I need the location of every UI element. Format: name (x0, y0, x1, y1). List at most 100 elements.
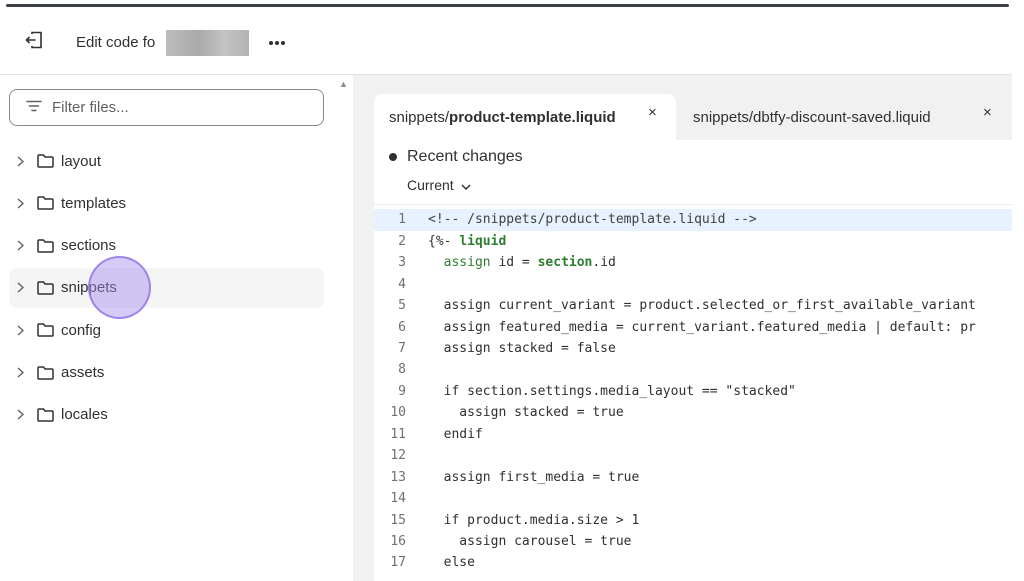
filter-placeholder: Filter files... (52, 99, 129, 116)
code-line[interactable]: 10 assign stacked = true (374, 402, 1012, 424)
line-number: 6 (398, 319, 406, 335)
code-line[interactable]: 3 assign id = section.id (374, 252, 1012, 274)
chevron-right-icon (17, 409, 29, 420)
page-title: Edit code fo (76, 34, 156, 51)
line-text: assign stacked = true (428, 405, 624, 421)
panel-divider (374, 204, 1012, 205)
line-number: 16 (390, 534, 406, 549)
line-text: if section.settings.media_layout == "sta… (428, 383, 796, 399)
scroll-up-arrow-icon[interactable]: ▲ (339, 79, 348, 89)
code-line[interactable]: 14 (374, 488, 1012, 510)
tab-filename: product-template.liquid (449, 108, 616, 126)
code-line[interactable]: 8 (374, 359, 1012, 381)
sidebar-item-label: sections (61, 237, 117, 255)
line-text: assign id = section.id (443, 255, 616, 271)
line-number: 9 (398, 383, 406, 399)
chevron-right-icon (17, 282, 29, 293)
code-editor[interactable]: 1 <!-- /snippets/product-template.liquid … (374, 209, 1012, 581)
line-number: 5 (398, 298, 406, 314)
line-number: 10 (390, 405, 406, 421)
code-line[interactable]: 7 assign stacked = false (374, 338, 1012, 360)
sidebar-item-sections[interactable]: sections (9, 226, 324, 266)
folder-icon (37, 238, 54, 253)
version-dropdown[interactable]: Current (407, 177, 471, 193)
sidebar-item-label: assets (61, 364, 105, 381)
tab-prefix: snippets/ (693, 108, 754, 126)
code-line[interactable]: 5 assign current_variant = product.selec… (374, 295, 1012, 317)
sidebar-item-label: config (61, 321, 102, 339)
code-line[interactable]: 13 assign first_media = true (374, 466, 1012, 488)
more-actions-button[interactable] (264, 31, 290, 53)
line-number: 15 (390, 512, 406, 528)
line-text: else (428, 555, 475, 571)
sidebar-item-config[interactable]: config (9, 310, 324, 350)
line-text: assign first_media = true (428, 469, 640, 485)
sidebar-item-label: layout (61, 152, 102, 170)
line-number: 4 (398, 276, 406, 292)
folder-icon (37, 154, 54, 168)
code-line[interactable]: 17 else (374, 552, 1012, 574)
more-horizontal-icon (268, 33, 286, 51)
chevron-right-icon (17, 240, 29, 251)
line-number: 12 (390, 448, 406, 464)
version-label: Current (407, 177, 454, 193)
filter-files-input[interactable]: Filter files... (9, 89, 324, 126)
code-line[interactable]: 11 endif (374, 424, 1012, 446)
line-text: if product.media.size > 1 (428, 512, 640, 528)
line-text: assign featured_media = current_variant.… (428, 319, 976, 335)
filter-icon (26, 99, 42, 117)
sidebar-item-layout[interactable]: layout (9, 141, 324, 181)
line-number: 7 (398, 340, 406, 356)
tab-dbtfy-discount-saved[interactable]: snippets/dbtfy-discount-saved.liquid × (676, 94, 1012, 140)
sidebar-item-assets[interactable]: assets (9, 353, 324, 393)
line-number: 11 (390, 426, 406, 442)
folder-icon (37, 408, 54, 422)
line-text: assign current_variant = product.selecte… (428, 298, 976, 314)
line-number: 17 (390, 555, 406, 571)
close-tab-button[interactable]: × (648, 104, 657, 121)
line-number: 8 (398, 362, 406, 378)
tab-prefix: snippets/ (389, 108, 450, 126)
exit-button[interactable] (22, 31, 46, 53)
tab-filename: dbtfy-discount-saved.liquid (753, 108, 931, 126)
code-line[interactable]: 9 if section.settings.media_layout == "s… (374, 381, 1012, 403)
code-line[interactable]: 16 assign carousel = true (374, 531, 1012, 553)
code-line[interactable]: 2 {%- liquid (374, 230, 1012, 252)
recent-changes-label: Recent changes (407, 148, 523, 165)
recent-changes: Recent changes (389, 148, 523, 166)
tab-product-template[interactable]: snippets/product-template.liquid × (374, 94, 676, 140)
code-line[interactable]: 15 if product.media.size > 1 (374, 509, 1012, 531)
folder-icon (37, 323, 54, 337)
exit-icon (24, 31, 44, 54)
chevron-right-icon (17, 325, 29, 336)
line-number: 14 (390, 491, 406, 507)
chevron-right-icon (17, 198, 29, 209)
code-line[interactable]: 12 (374, 445, 1012, 467)
code-line[interactable]: 6 assign featured_media = current_varian… (374, 316, 1012, 338)
code-line[interactable]: 4 (374, 273, 1012, 295)
redacted-theme-name (166, 30, 249, 56)
folder-icon (37, 365, 54, 380)
code-line[interactable]: 1 <!-- /snippets/product-template.liquid … (374, 209, 1012, 231)
chevron-down-icon (454, 177, 471, 193)
line-text: assign stacked = false (428, 340, 616, 356)
line-text: assign carousel = true (428, 534, 632, 549)
chevron-right-icon (17, 155, 29, 167)
folder-icon (37, 196, 54, 211)
line-text: endif (428, 426, 483, 442)
editor-header: Edit code fo (0, 7, 1024, 74)
line-number: 1 (398, 212, 406, 228)
sidebar-item-label: templates (61, 194, 127, 212)
sidebar-item-templates[interactable]: templates (9, 183, 324, 223)
close-tab-button[interactable]: × (983, 104, 992, 121)
line-number: 2 (398, 233, 406, 249)
chevron-right-icon (17, 367, 29, 378)
folder-icon (37, 281, 54, 295)
sidebar-item-snippets[interactable]: snippets (9, 267, 324, 308)
sidebar-item-label: locales (61, 406, 108, 424)
sidebar-item-label: snippets (61, 279, 117, 297)
line-number: 3 (398, 255, 406, 271)
unsaved-dot-icon (389, 153, 397, 161)
sidebar-item-locales[interactable]: locales (9, 395, 324, 435)
line-text: <!-- /snippets/product-template.liquid -… (428, 212, 757, 228)
